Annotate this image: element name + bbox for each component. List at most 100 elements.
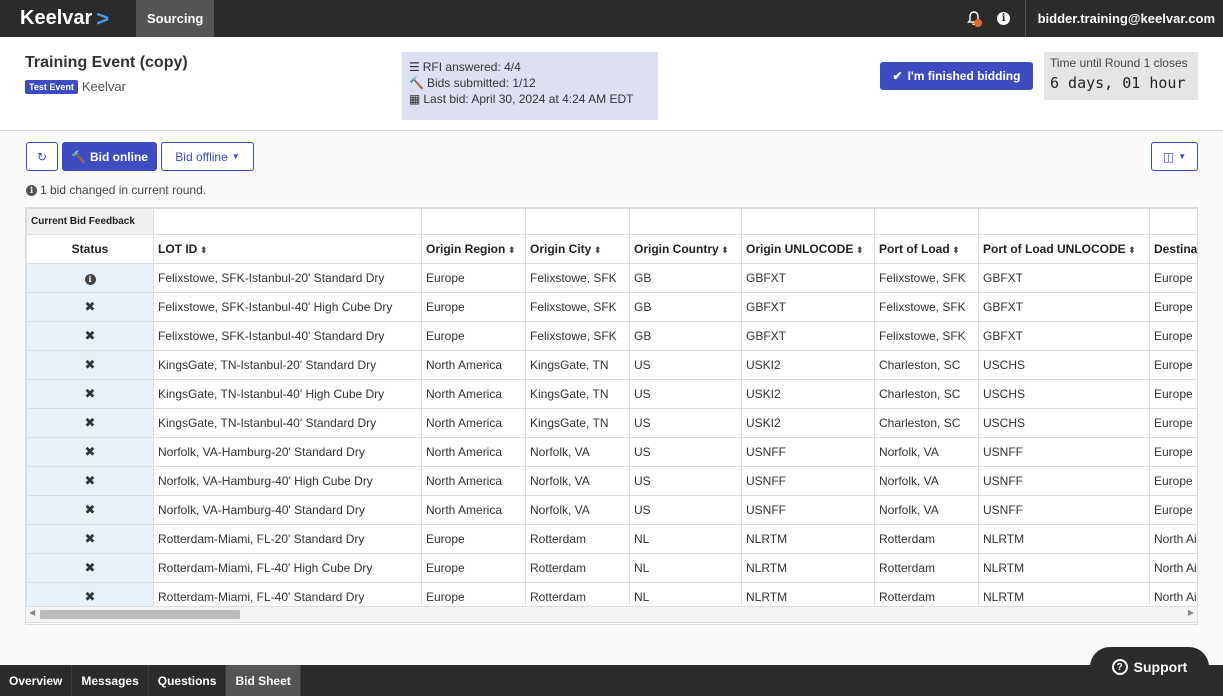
cell-unlocode: USNFF: [741, 495, 875, 525]
bottom-tab-messages[interactable]: Messages: [72, 665, 149, 696]
bottom-tab-bid-sheet[interactable]: Bid Sheet: [226, 665, 301, 696]
cell-city: Norfolk, VA: [525, 466, 630, 496]
cell-region: Europe: [421, 263, 526, 293]
list-icon: ☰: [409, 60, 420, 74]
horizontal-scrollbar[interactable]: ◀ ▶: [25, 606, 1198, 623]
scroll-right-icon[interactable]: ▶: [1188, 608, 1194, 617]
bid-change-notice: i 1 bid changed in current round.: [26, 183, 206, 197]
cell-lot: KingsGate, TN-Istanbul-20' Standard Dry: [153, 350, 422, 380]
cell-city: Felixstowe, SFK: [525, 292, 630, 322]
sort-icon[interactable]: ⬍: [719, 245, 729, 255]
cell-region: North America: [421, 466, 526, 496]
last-bid: Last bid: April 30, 2024 at 4:24 AM EDT: [423, 92, 634, 106]
cell-city: Rotterdam: [525, 553, 630, 583]
cell-unlocode: USNFF: [741, 437, 875, 467]
brand-name: Keelvar: [20, 7, 93, 29]
bid-toolbar: ↻ 🔨 Bid online Bid offline ▼: [26, 142, 254, 171]
cell-unlocode: USNFF: [741, 466, 875, 496]
no-bid-x-icon: ✖: [84, 444, 96, 459]
cell-dest: Europe: [1149, 292, 1197, 322]
bid-stats-box: ☰ RFI answered: 4/4 🔨 Bids submitted: 1/12…: [402, 52, 658, 120]
scrollbar-thumb[interactable]: [40, 610, 240, 619]
no-bid-x-icon: ✖: [84, 299, 96, 314]
table-row[interactable]: ✖ Felixstowe, SFK-Istanbul-40' High Cube …: [26, 292, 1197, 322]
event-org: Keelvar: [81, 79, 126, 94]
scroll-left-icon[interactable]: ◀: [29, 608, 35, 617]
column-header[interactable]: Destina: [1149, 234, 1197, 264]
column-header[interactable]: Port of Load ⬍: [874, 234, 979, 264]
caret-down-icon: ▼: [231, 152, 240, 161]
cell-lot: Rotterdam-Miami, FL-40' High Cube Dry: [153, 553, 422, 583]
column-header[interactable]: Origin City ⬍: [525, 234, 630, 264]
no-bid-x-icon: ✖: [84, 502, 96, 517]
info-icon: i: [84, 273, 96, 285]
cell-unlocode: GBFXT: [741, 321, 875, 351]
sort-icon[interactable]: ⬍: [1126, 245, 1136, 255]
status-cell: ✖: [26, 495, 154, 525]
bottom-tab-overview[interactable]: Overview: [0, 665, 73, 696]
status-cell: ✖: [26, 292, 154, 322]
column-header[interactable]: Origin Region ⬍: [421, 234, 526, 264]
table-row[interactable]: ✖ Rotterdam-Miami, FL-20' Standard Dry Eur…: [26, 524, 1197, 554]
table-row[interactable]: ✖ Felixstowe, SFK-Istanbul-40' Standard D…: [26, 321, 1197, 351]
status-cell: ✖: [26, 408, 154, 438]
caret-down-icon: ▼: [1178, 152, 1187, 161]
cell-dest: Europe: [1149, 350, 1197, 380]
cell-pol-code: GBFXT: [978, 321, 1150, 351]
table-row[interactable]: ✖ Norfolk, VA-Hamburg-40' High Cube Dry No…: [26, 466, 1197, 496]
table-row[interactable]: ✖ KingsGate, TN-Istanbul-20' Standard Dry…: [26, 350, 1197, 380]
bid-online-button[interactable]: 🔨 Bid online: [62, 142, 157, 171]
column-header[interactable]: LOT ID ⬍: [153, 234, 422, 264]
support-button[interactable]: ? Support: [1090, 647, 1209, 687]
table-row[interactable]: ✖ Norfolk, VA-Hamburg-40' Standard Dry Nor…: [26, 495, 1197, 525]
cell-city: Norfolk, VA: [525, 495, 630, 525]
nav-tab-sourcing[interactable]: Sourcing: [136, 0, 215, 37]
table-row[interactable]: ✖ KingsGate, TN-Istanbul-40' High Cube Dr…: [26, 379, 1197, 409]
cell-pol-code: NLRTM: [978, 553, 1150, 583]
cell-pol-code: USNFF: [978, 437, 1150, 467]
cell-region: Europe: [421, 553, 526, 583]
cell-city: KingsGate, TN: [525, 408, 630, 438]
sort-icon[interactable]: ⬍: [853, 245, 864, 255]
bottom-tab-questions[interactable]: Questions: [149, 665, 227, 696]
info-icon[interactable]: i: [989, 0, 1019, 37]
table-row[interactable]: i Felixstowe, SFK-Istanbul-20' Standard D…: [26, 263, 1197, 293]
status-cell: ✖: [26, 553, 154, 583]
cell-lot: Rotterdam-Miami, FL-20' Standard Dry: [153, 524, 422, 554]
cell-city: KingsGate, TN: [525, 379, 630, 409]
sort-icon[interactable]: ⬍: [950, 245, 960, 255]
column-header[interactable]: Port of Load UNLOCODE ⬍: [978, 234, 1150, 264]
cell-country: US: [629, 350, 742, 380]
table-row[interactable]: ✖ Rotterdam-Miami, FL-40' High Cube Dry Eu…: [26, 553, 1197, 583]
no-bid-x-icon: ✖: [84, 386, 96, 401]
sort-icon[interactable]: ⬍: [591, 245, 602, 255]
column-header[interactable]: Origin Country ⬍: [629, 234, 742, 264]
no-bid-x-icon: ✖: [84, 589, 96, 604]
no-bid-x-icon: ✖: [84, 357, 96, 372]
bid-offline-dropdown[interactable]: Bid offline ▼: [161, 142, 254, 171]
status-cell: ✖: [26, 321, 154, 351]
refresh-icon: ↻: [36, 149, 48, 164]
finished-bidding-button[interactable]: ✔ I'm finished bidding: [880, 62, 1033, 90]
cell-dest: North Ai: [1149, 524, 1197, 554]
no-bid-x-icon: ✖: [84, 415, 96, 430]
info-icon: i: [26, 184, 37, 196]
cell-pol-code: NLRTM: [978, 524, 1150, 554]
no-bid-x-icon: ✖: [84, 473, 96, 488]
table-row[interactable]: ✖ KingsGate, TN-Istanbul-40' Standard Dry…: [26, 408, 1197, 438]
notifications-bell-icon[interactable]: [959, 0, 989, 37]
columns-toggle-button[interactable]: ◫ ▼: [1151, 142, 1198, 171]
sort-icon[interactable]: ⬍: [197, 245, 208, 255]
cell-city: Felixstowe, SFK: [525, 321, 630, 351]
sort-icon[interactable]: ⬍: [505, 245, 516, 255]
table-row[interactable]: ✖ Norfolk, VA-Hamburg-20' Standard Dry Nor…: [26, 437, 1197, 467]
refresh-button[interactable]: ↻: [26, 142, 58, 171]
check-icon: ✔: [892, 69, 903, 83]
user-menu[interactable]: bidder.training@keelvar.com: [1030, 11, 1223, 26]
column-header[interactable]: Origin UNLOCODE ⬍: [741, 234, 875, 264]
column-header: Status: [26, 234, 154, 264]
cell-dest: Europe: [1149, 408, 1197, 438]
cell-region: North America: [421, 408, 526, 438]
cell-country: US: [629, 408, 742, 438]
brand-logo[interactable]: Keelvar >: [0, 6, 136, 32]
